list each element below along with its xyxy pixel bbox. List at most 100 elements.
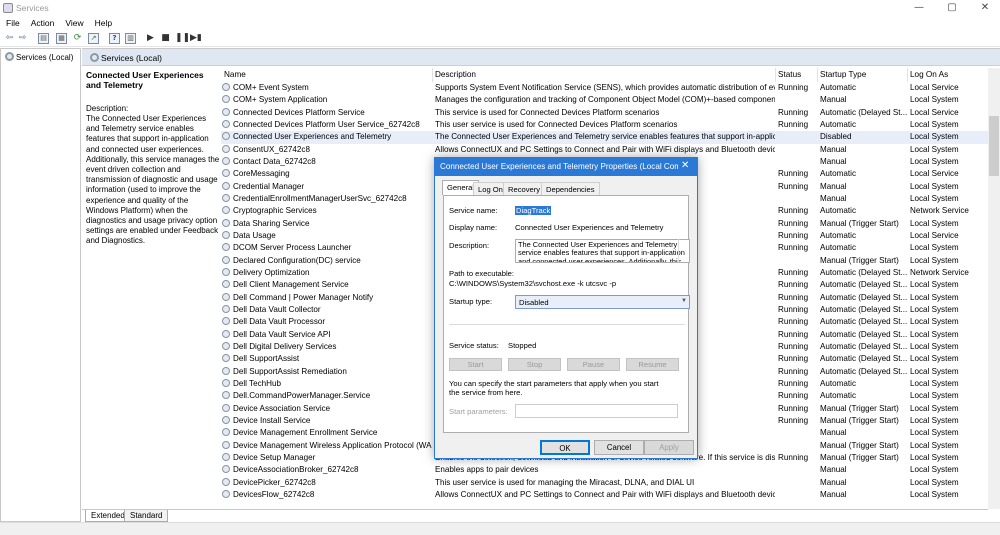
service-name-text: Device Setup Manager (233, 452, 316, 462)
apply-button[interactable]: Apply (644, 440, 694, 455)
stop-button[interactable]: Stop (508, 358, 561, 371)
cancel-button[interactable]: Cancel (594, 440, 644, 455)
service-name-text: Dell.CommandPowerManager.Service (233, 391, 371, 401)
description-label: Description: (86, 104, 129, 113)
description-field[interactable]: The Connected User Experiences and Telem… (515, 239, 690, 263)
table-row[interactable]: DevicePicker_62742c8 This user service is… (221, 477, 988, 489)
service-status-cell: Running (778, 230, 809, 240)
menu-file[interactable]: File (0, 16, 25, 28)
close-button[interactable]: ✕ (970, 0, 1000, 16)
column-startup-type[interactable]: Startup Type (820, 70, 866, 79)
column-divider[interactable] (907, 68, 908, 82)
column-divider[interactable] (775, 68, 776, 82)
service-startup-cell: Automatic (820, 243, 856, 253)
scrollbar-thumb[interactable] (989, 116, 999, 176)
service-gear-icon (222, 489, 230, 498)
menu-action[interactable]: Action (25, 16, 60, 28)
service-logon-cell: Local Service (910, 230, 959, 240)
table-row[interactable]: Connected Devices Platform Service This s… (221, 107, 988, 119)
table-row[interactable]: COM+ System Application Manages the confi… (221, 94, 988, 106)
path-label: Path to executable: (449, 269, 515, 278)
service-name-cell: DevicePicker_62742c8 (222, 477, 432, 487)
startup-type-select[interactable]: Disabled ▼ (515, 295, 690, 309)
service-name-text: Contact Data_62742c8 (233, 156, 316, 166)
forward-arrow-icon[interactable]: ⇨ (17, 33, 28, 44)
service-name-cell: COM+ Event System (222, 83, 432, 92)
service-gear-icon (222, 267, 230, 276)
tab-standard[interactable]: Standard (124, 510, 169, 522)
pause-button[interactable]: Pause (567, 358, 620, 371)
resume-button[interactable]: Resume (626, 358, 679, 371)
service-logon-cell: Local System (910, 403, 959, 413)
path-value: C:\WINDOWS\System32\svchost.exe -k utcsv… (449, 279, 617, 288)
service-startup-cell: Automatic (820, 83, 856, 92)
restart-service-icon[interactable]: ▶▮ (190, 33, 202, 44)
table-row[interactable]: COM+ Event System Supports System Event N… (221, 82, 988, 94)
service-gear-icon (222, 206, 230, 215)
service-name-cell: Dell SupportAssist (222, 354, 432, 363)
service-status-cell: Running (778, 218, 809, 228)
menu-view[interactable]: View (59, 16, 88, 28)
service-gear-icon (222, 366, 230, 375)
dialog-close-icon[interactable]: ✕ (681, 160, 689, 171)
column-log-on-as[interactable]: Log On As (910, 70, 948, 79)
maximize-button[interactable]: ▢ (937, 0, 967, 16)
column-divider[interactable] (432, 68, 433, 82)
stop-service-icon[interactable]: ■ (160, 33, 171, 44)
description-scrollbar[interactable] (678, 239, 689, 263)
column-divider[interactable] (817, 68, 818, 82)
column-name[interactable]: Name (224, 70, 246, 79)
description-pane: Connected User Experiences and Telemetry… (86, 70, 220, 247)
tab-recovery[interactable]: Recovery (503, 182, 546, 195)
service-description-cell: This user service is used for managing t… (435, 477, 695, 487)
start-button[interactable]: Start (449, 358, 502, 371)
vertical-scrollbar[interactable] (988, 68, 1000, 509)
back-arrow-icon[interactable]: ⇦ (4, 33, 15, 44)
properties-icon[interactable]: ▦ (56, 33, 67, 44)
service-logon-cell: Local System (910, 119, 959, 129)
help-icon[interactable]: ? (109, 33, 120, 44)
export-list-icon[interactable]: ↗ (88, 33, 99, 44)
service-logon-cell: Local System (910, 341, 959, 351)
service-name-value[interactable]: DiagTrack (515, 206, 552, 215)
service-name-cell: Data Usage (222, 230, 432, 240)
service-startup-cell: Automatic (820, 169, 856, 179)
service-name-cell: DeviceAssociationBroker_62742c8 (222, 465, 432, 474)
service-status-cell: Running (778, 206, 809, 216)
service-name-cell: Dell Command | Power Manager Notify (222, 292, 432, 302)
tab-dependencies[interactable]: Dependencies (541, 182, 600, 195)
service-name-cell: Credential Manager (222, 181, 432, 191)
start-parameters-input[interactable] (515, 404, 678, 418)
service-status-cell: Running (778, 169, 809, 179)
start-service-icon[interactable]: ▶ (145, 33, 156, 44)
tree-node-services-local[interactable]: Services (Local) (5, 52, 73, 62)
column-description[interactable]: Description (435, 70, 476, 79)
ok-button[interactable]: OK (540, 440, 590, 455)
refresh-icon[interactable]: ⟳ (72, 33, 83, 44)
show-hide-console-tree-icon[interactable]: ▤ (38, 33, 49, 44)
action-pane-icon[interactable]: ▥ (125, 33, 136, 44)
table-row[interactable]: DeviceAssociationBroker_62742c8 Enables a… (221, 464, 988, 476)
service-name-text: DCOM Server Process Launcher (233, 243, 352, 253)
service-gear-icon (222, 329, 230, 338)
service-name-cell: CredentialEnrollmentManagerUserSvc_62742… (222, 193, 432, 203)
column-status[interactable]: Status (778, 70, 801, 79)
table-row[interactable]: Connected User Experiences and Telemetry… (221, 131, 988, 144)
table-row[interactable]: ConsentUX_62742c8 Allows ConnectUX and PC… (221, 144, 988, 156)
service-name-cell: Device Install Service (222, 415, 432, 425)
table-row[interactable]: DevicesFlow_62742c8 Allows ConnectUX and … (221, 489, 988, 501)
service-logon-cell: Local System (910, 255, 959, 265)
service-name-text: Dell Data Vault Collector (233, 304, 321, 314)
table-row[interactable]: Connected Devices Platform User Service_… (221, 119, 988, 131)
service-name-cell: Contact Data_62742c8 (222, 156, 432, 166)
menu-help[interactable]: Help (89, 16, 117, 28)
service-gear-icon (222, 107, 230, 116)
pause-service-icon[interactable]: ❚❚ (175, 33, 190, 44)
services-gear-icon (5, 52, 14, 61)
minimize-button[interactable]: — (904, 0, 934, 16)
service-gear-icon (222, 440, 230, 449)
service-gear-icon (222, 317, 230, 326)
service-startup-cell: Automatic (Delayed St... (820, 354, 908, 364)
display-name-value[interactable]: Connected User Experiences and Telemetry (515, 223, 663, 232)
service-startup-cell: Manual (820, 477, 847, 487)
